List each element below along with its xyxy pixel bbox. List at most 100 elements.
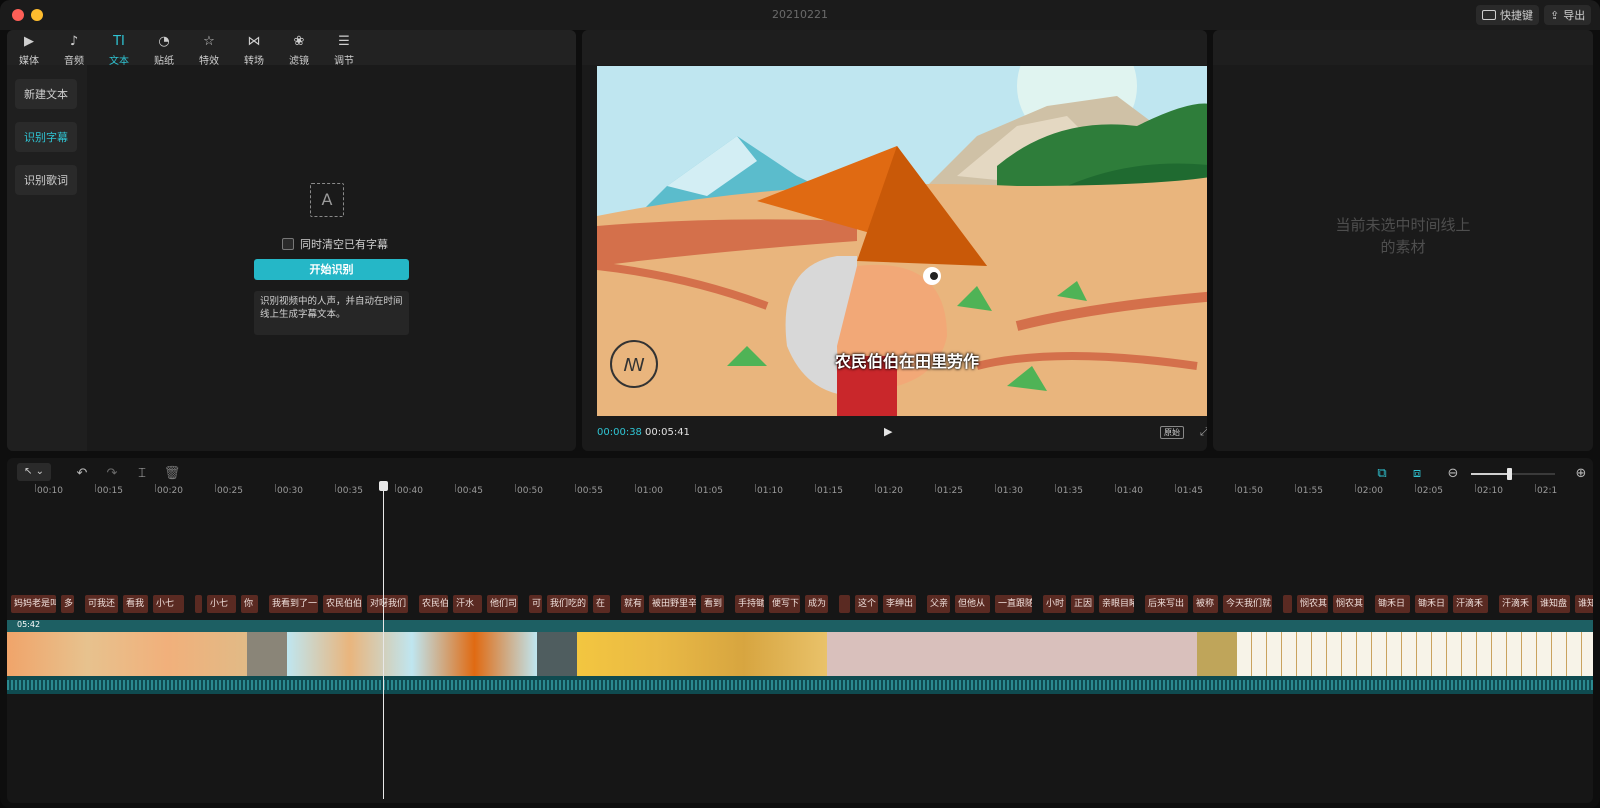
- subtitle-clip[interactable]: 我看到了一: [269, 595, 318, 613]
- subtitle-clip[interactable]: 被称: [1193, 595, 1218, 613]
- tab-text[interactable]: TI 文本: [99, 34, 139, 67]
- video-thumb: [537, 632, 577, 676]
- subtitle-clip[interactable]: 就有: [621, 595, 644, 613]
- tab-label: 转场: [244, 56, 264, 67]
- total-time: 00:05:41: [645, 427, 690, 438]
- original-ratio-button[interactable]: 原始: [1160, 426, 1184, 439]
- tab-label: 文本: [109, 56, 129, 67]
- tab-audio[interactable]: ♪ 音频: [54, 34, 94, 67]
- sidebar-item-label: 识别歌词: [24, 174, 68, 187]
- start-recognize-button[interactable]: 开始识别: [254, 259, 409, 280]
- play-icon[interactable]: ▶: [884, 425, 898, 439]
- timeline-panel: ↖ ⌄ ↶ ↷ ⌶ 🗑 ⧉ ⧈ ⊖ ⊕ 00:10 00:15 00:20 00:25…: [7, 458, 1593, 803]
- subtitle-clip[interactable]: 妈妈老是叫: [11, 595, 56, 613]
- subtitle-clip[interactable]: [1283, 595, 1292, 613]
- export-button[interactable]: ⇪ 导出: [1544, 5, 1592, 25]
- subtitle-clip[interactable]: 看我: [123, 595, 148, 613]
- subtitle-clip[interactable]: 便写下: [769, 595, 800, 613]
- subtitle-clip[interactable]: 锄禾日: [1375, 595, 1410, 613]
- tool-tabs: ▶ 媒体 ♪ 音频 TI 文本 ◔ 贴纸 ☆ 特效 ⋈ 转场 ❀ 滤镜 ☰ 调节: [7, 30, 576, 67]
- subtitle-clip[interactable]: 成为: [805, 595, 828, 613]
- current-time: 00:00:38: [597, 427, 642, 438]
- sidebar-item-new-text[interactable]: 新建文本: [15, 79, 77, 109]
- subtitle-clip[interactable]: 今天我们就: [1223, 595, 1272, 613]
- subtitle-clip[interactable]: 可我还: [85, 595, 118, 613]
- tab-label: 调节: [334, 56, 354, 67]
- subtitle-clip[interactable]: [195, 595, 202, 613]
- playhead[interactable]: [379, 481, 388, 799]
- export-label: 导出: [1563, 9, 1586, 22]
- clear-subtitles-option[interactable]: 同时清空已有字幕: [282, 236, 388, 252]
- subtitle-clip[interactable]: 农民伯伯: [323, 595, 362, 613]
- subtitle-clip[interactable]: 父亲: [927, 595, 950, 613]
- tab-label: 特效: [199, 56, 219, 67]
- subtitle-clip[interactable]: 悯农其: [1333, 595, 1364, 613]
- shortcut-button[interactable]: 快捷键: [1476, 5, 1539, 25]
- subtitle-clip[interactable]: 这个: [855, 595, 878, 613]
- subtitle-clip[interactable]: 小七: [207, 595, 236, 613]
- inspector-empty-text: 当前未选中时间线上的素材: [1335, 216, 1471, 256]
- subtitle-clip[interactable]: 农民伯: [419, 595, 448, 613]
- subtitle-clip[interactable]: 谁知盘: [1575, 595, 1593, 613]
- subtitle-clip[interactable]: 谁知盘: [1537, 595, 1570, 613]
- subtitle-clip[interactable]: 手持锄: [735, 595, 764, 613]
- media-icon: ▶: [24, 34, 34, 49]
- subtitle-clip[interactable]: 他们司: [487, 595, 518, 613]
- subtitle-clip[interactable]: 锄禾日: [1415, 595, 1448, 613]
- subtitle-clip[interactable]: 对呀我们: [367, 595, 408, 613]
- subtitle-clip[interactable]: 后来写出: [1145, 595, 1188, 613]
- subtitle-clip[interactable]: 亲眼目睹: [1099, 595, 1134, 613]
- subtitle-clip[interactable]: 汗水: [453, 595, 482, 613]
- clear-subtitles-checkbox[interactable]: [282, 238, 294, 250]
- subtitle-clip[interactable]: 看到: [701, 595, 724, 613]
- effects-icon: ☆: [203, 34, 215, 49]
- video-thumb: [247, 632, 287, 676]
- tab-label: 滤镜: [289, 56, 309, 67]
- subtitle-clip[interactable]: 你: [241, 595, 258, 613]
- start-recognize-label: 开始识别: [309, 263, 354, 276]
- sidebar-item-label: 新建文本: [24, 88, 68, 101]
- subtitle-clip[interactable]: 但他从: [955, 595, 990, 613]
- tab-effects[interactable]: ☆ 特效: [189, 34, 229, 67]
- tab-media[interactable]: ▶ 媒体: [9, 34, 49, 67]
- subtitle-clip[interactable]: 可: [529, 595, 542, 613]
- player-panel: ꟿ 农民伯伯在田里劳作 00:00:38 00:05:41 ▶ 原始 ⤢: [582, 30, 1207, 451]
- inspector-panel: 当前未选中时间线上的素材: [1213, 30, 1593, 451]
- player-header: [582, 30, 1207, 65]
- export-icon: ⇪: [1550, 8, 1560, 22]
- subtitle-clip[interactable]: 悯农其: [1297, 595, 1328, 613]
- subtitle-clip[interactable]: 我们吃的: [547, 595, 588, 613]
- tab-filter[interactable]: ❀ 滤镜: [279, 34, 319, 67]
- transition-icon: ⋈: [247, 34, 261, 49]
- subtitle-clip[interactable]: 多: [61, 595, 74, 613]
- subtitle-clip[interactable]: 被田野里辛: [649, 595, 696, 613]
- video-track[interactable]: [7, 632, 1593, 676]
- sticker-icon: ◔: [158, 34, 170, 49]
- clear-subtitles-label: 同时清空已有字幕: [300, 238, 388, 251]
- title-bar: 20210221 快捷键 ⇪ 导出: [0, 0, 1600, 30]
- subtitle-clip[interactable]: 小时: [1043, 595, 1066, 613]
- video-thumb: [287, 632, 537, 676]
- tab-transition[interactable]: ⋈ 转场: [234, 34, 274, 67]
- tab-sticker[interactable]: ◔ 贴纸: [144, 34, 184, 67]
- sidebar-item-recognize-subtitles[interactable]: 识别字幕: [15, 122, 77, 152]
- fullscreen-icon[interactable]: ⤢: [1200, 425, 1207, 439]
- subtitle-clip[interactable]: 一直跟随: [995, 595, 1032, 613]
- subtitle-clip[interactable]: 正因: [1071, 595, 1094, 613]
- subtitle-clip[interactable]: [839, 595, 850, 613]
- window-title: 20210221: [772, 8, 828, 21]
- playhead-handle[interactable]: [379, 481, 388, 491]
- tab-adjust[interactable]: ☰ 调节: [324, 34, 364, 67]
- subtitle-clip[interactable]: 小七: [153, 595, 184, 613]
- tab-label: 贴纸: [154, 56, 174, 67]
- app-window: 20210221 快捷键 ⇪ 导出 ▶ 媒体 ♪ 音频 TI 文本 ◔ 贴纸 ☆ 特效 ⋈…: [0, 0, 1600, 808]
- subtitle-clip[interactable]: 汗滴禾: [1453, 595, 1488, 613]
- audio-icon: ♪: [69, 34, 79, 49]
- sidebar-item-recognize-lyrics[interactable]: 识别歌词: [15, 165, 77, 195]
- subtitle-clip[interactable]: 李绅出: [883, 595, 916, 613]
- subtitle-clip[interactable]: 汗滴禾: [1499, 595, 1532, 613]
- keyboard-icon: [1482, 10, 1496, 20]
- audio-waveform[interactable]: [7, 676, 1593, 694]
- subtitle-clip[interactable]: 在: [593, 595, 610, 613]
- video-track-header: 05:42: [7, 620, 1593, 632]
